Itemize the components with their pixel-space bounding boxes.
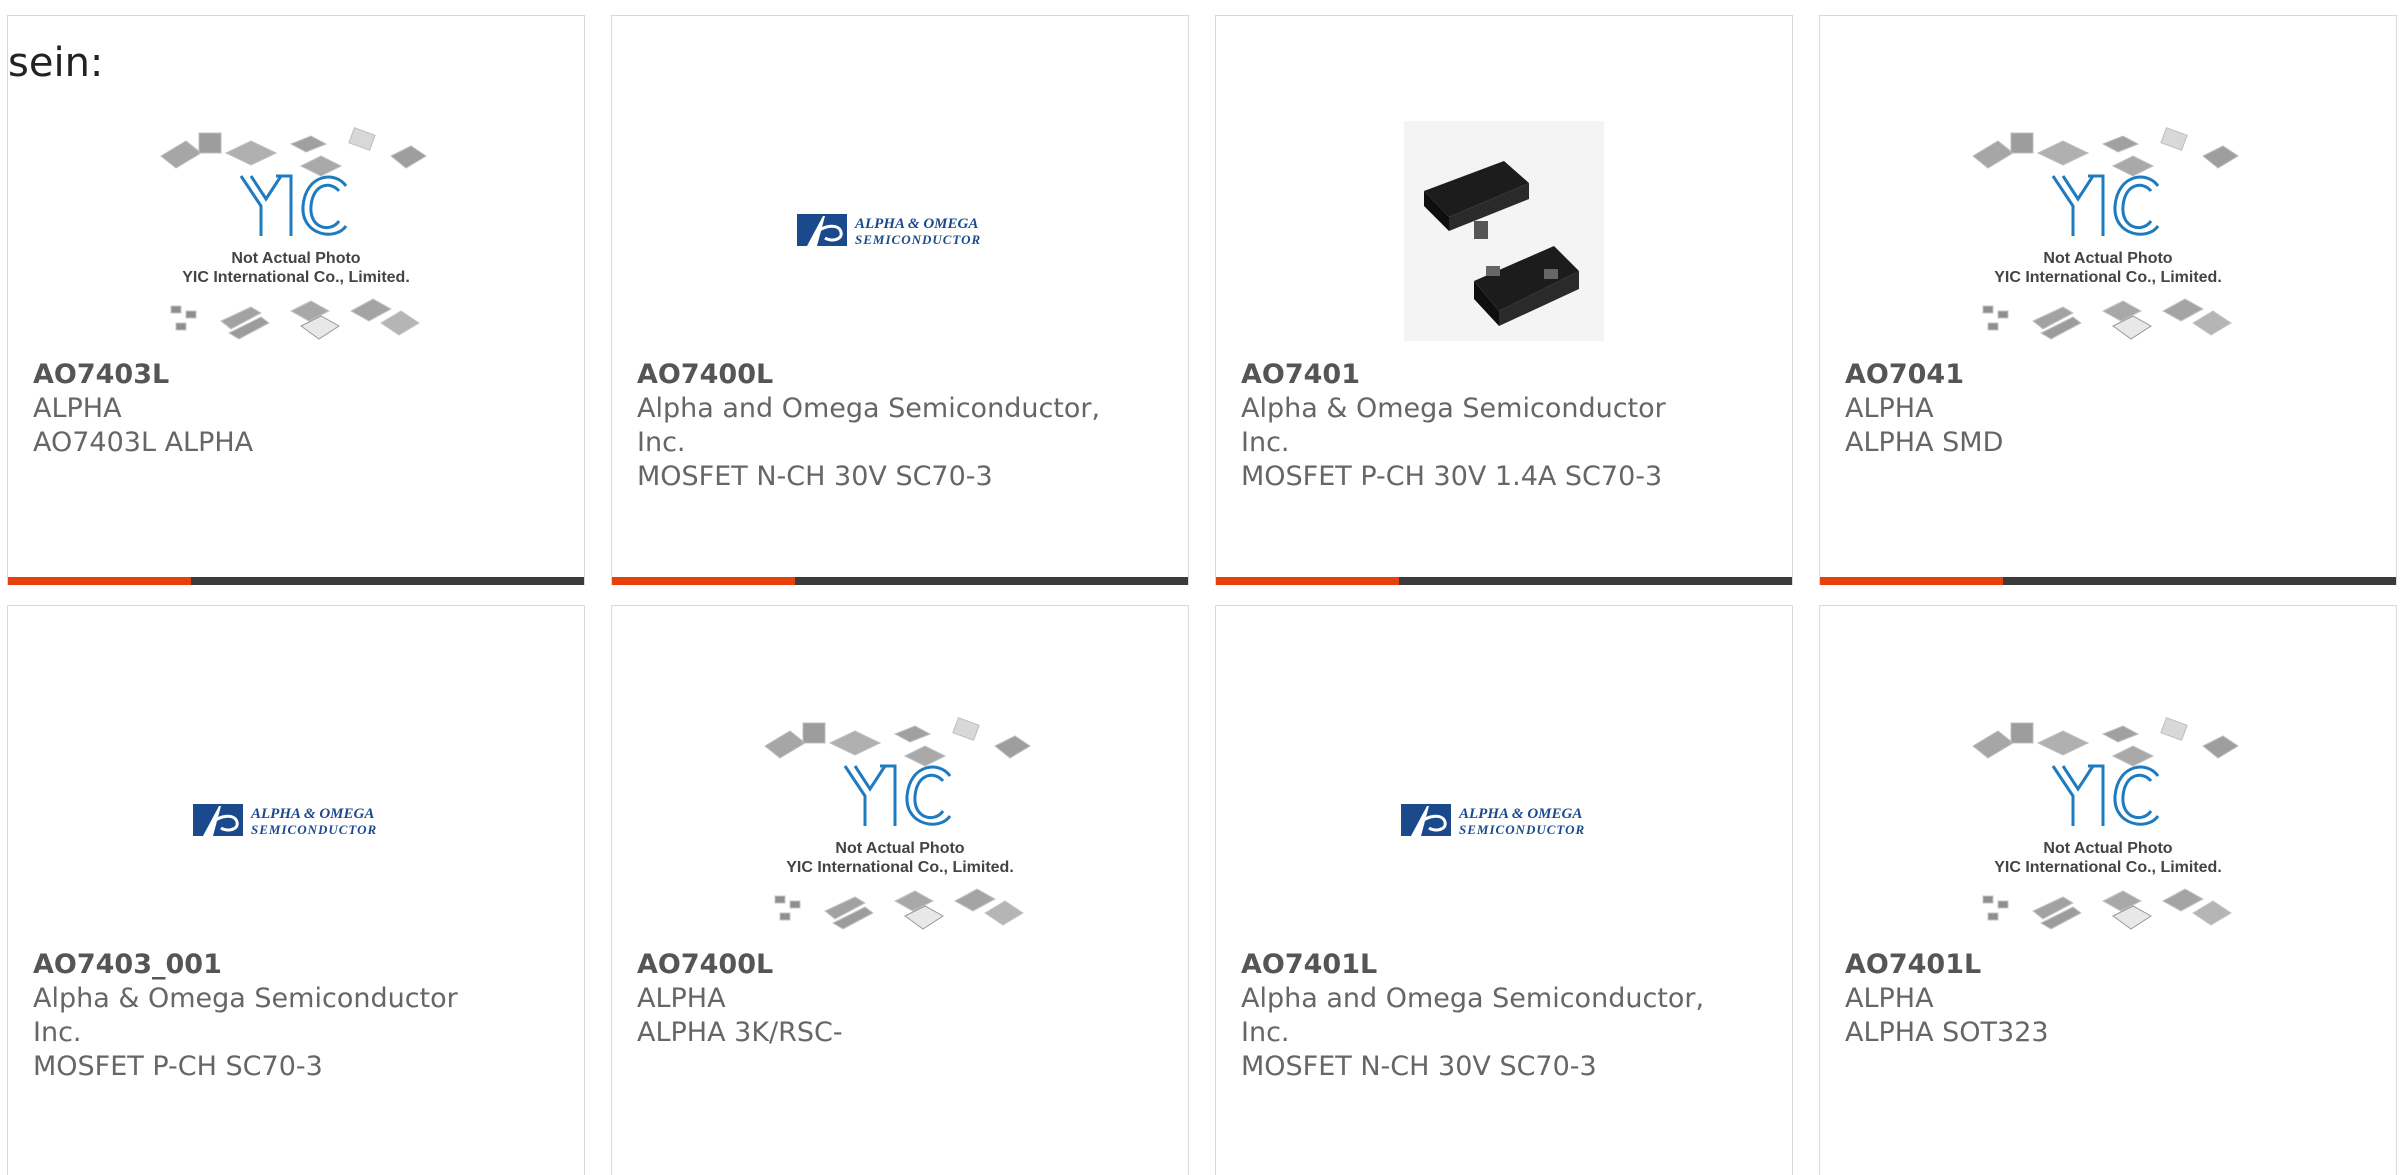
- product-info: AO7041 ALPHA ALPHA SMD: [1845, 358, 2003, 460]
- alpha-omega-logo: ALPHA & OMEGA SEMICONDUCTOR: [193, 804, 377, 837]
- manufacturer: Alpha and Omega Semiconductor,: [637, 393, 1101, 424]
- product-image[interactable]: ALPHA & OMEGA SEMICONDUCTOR: [612, 96, 1188, 366]
- product-info: AO7403L ALPHA AO7403L ALPHA: [33, 358, 253, 460]
- part-number-link[interactable]: AO7403_001: [33, 948, 458, 982]
- product-info: AO7400L ALPHA ALPHA 3K/RSC-: [637, 948, 843, 1050]
- product-image[interactable]: Not Actual Photo YIC International Co., …: [8, 96, 584, 366]
- svg-text:YIC International Co., Limited: YIC International Co., Limited.: [786, 859, 1014, 876]
- card-footer-bar: [612, 577, 1188, 585]
- product-image[interactable]: Not Actual Photo YIC International Co., …: [1820, 686, 2396, 956]
- manufacturer: ALPHA: [637, 983, 726, 1014]
- svg-text:Not Actual Photo: Not Actual Photo: [231, 250, 360, 267]
- svg-text:YIC International Co., Limited: YIC International Co., Limited.: [1994, 859, 2222, 876]
- manufacturer: ALPHA: [1845, 983, 1934, 1014]
- product-card[interactable]: Not Actual Photo YIC International Co., …: [7, 15, 585, 585]
- product-info: AO7400L Alpha and Omega Semiconductor, Inc…: [637, 358, 1100, 494]
- part-number-link[interactable]: AO7400L: [637, 358, 1100, 392]
- svg-text:SEMICONDUCTOR: SEMICONDUCTOR: [855, 232, 981, 247]
- product-card[interactable]: Not Actual Photo YIC International Co., …: [611, 605, 1189, 1175]
- part-number-link[interactable]: AO7041: [1845, 358, 2003, 392]
- product-image[interactable]: ALPHA & OMEGA SEMICONDUCTOR: [1216, 686, 1792, 956]
- product-description: ALPHA SOT323: [1845, 1017, 2049, 1048]
- product-card[interactable]: ALPHA & OMEGA SEMICONDUCTOR AO7400L Alpha…: [611, 15, 1189, 585]
- not-actual-photo-icon: Not Actual Photo YIC International Co., …: [1972, 127, 2239, 340]
- card-footer-bar: [8, 577, 584, 585]
- product-description: MOSFET P-CH 30V 1.4A SC70-3: [1241, 461, 1663, 492]
- manufacturer: Alpha and Omega Semiconductor,: [1241, 983, 1705, 1014]
- svg-text:ALPHA & OMEGA: ALPHA & OMEGA: [1458, 806, 1582, 822]
- product-image[interactable]: [1216, 96, 1792, 366]
- manufacturer-continued: Inc.: [637, 427, 686, 458]
- manufacturer-continued: Inc.: [1241, 427, 1290, 458]
- manufacturer: Alpha & Omega Semiconductor: [1241, 393, 1666, 424]
- product-image[interactable]: Not Actual Photo YIC International Co., …: [612, 686, 1188, 956]
- card-accent-bar: [612, 577, 795, 585]
- part-number-link[interactable]: AO7401L: [1241, 948, 1704, 982]
- svg-text:YIC International Co., Limited: YIC International Co., Limited.: [1994, 269, 2222, 286]
- alpha-omega-logo: ALPHA & OMEGA SEMICONDUCTOR: [1401, 804, 1585, 837]
- product-image[interactable]: ALPHA & OMEGA SEMICONDUCTOR: [8, 686, 584, 956]
- manufacturer: Alpha & Omega Semiconductor: [33, 983, 458, 1014]
- product-card[interactable]: AO7401 Alpha & Omega Semiconductor Inc. MOS…: [1215, 15, 1793, 585]
- product-description: MOSFET N-CH 30V SC70-3: [637, 461, 993, 492]
- product-card[interactable]: ALPHA & OMEGA SEMICONDUCTOR AO7401L Alpha…: [1215, 605, 1793, 1175]
- card-accent-bar: [1820, 577, 2003, 585]
- not-actual-photo-icon: Not Actual Photo YIC International Co., …: [160, 127, 427, 340]
- svg-text:Not Actual Photo: Not Actual Photo: [835, 840, 964, 857]
- product-description: AO7403L ALPHA: [33, 427, 254, 458]
- manufacturer-continued: Inc.: [1241, 1017, 1290, 1048]
- part-number-link[interactable]: AO7401L: [1845, 948, 2049, 982]
- product-card[interactable]: ALPHA & OMEGA SEMICONDUCTOR AO7403_001 Al…: [7, 605, 585, 1175]
- intro-text: sein:: [8, 40, 104, 86]
- svg-text:SEMICONDUCTOR: SEMICONDUCTOR: [1459, 822, 1585, 837]
- svg-text:Not Actual Photo: Not Actual Photo: [2043, 250, 2172, 267]
- svg-text:ALPHA & OMEGA: ALPHA & OMEGA: [854, 216, 978, 232]
- manufacturer: ALPHA: [1845, 393, 1934, 424]
- part-number-link[interactable]: AO7403L: [33, 358, 253, 392]
- alpha-omega-logo: ALPHA & OMEGA SEMICONDUCTOR: [797, 214, 981, 247]
- product-info: AO7401L Alpha and Omega Semiconductor, Inc…: [1241, 948, 1704, 1084]
- not-actual-photo-icon: Not Actual Photo YIC International Co., …: [764, 717, 1031, 930]
- product-info: AO7403_001 Alpha & Omega Semiconductor Inc…: [33, 948, 458, 1084]
- product-description: ALPHA 3K/RSC-: [637, 1017, 843, 1048]
- not-actual-photo-icon: Not Actual Photo YIC International Co., …: [1972, 717, 2239, 930]
- product-description: MOSFET N-CH 30V SC70-3: [1241, 1051, 1597, 1082]
- part-number-link[interactable]: AO7400L: [637, 948, 843, 982]
- svg-text:Not Actual Photo: Not Actual Photo: [2043, 840, 2172, 857]
- manufacturer-continued: Inc.: [33, 1017, 82, 1048]
- svg-text:YIC International Co., Limited: YIC International Co., Limited.: [182, 269, 410, 286]
- card-footer-bar: [1820, 577, 2396, 585]
- svg-text:SEMICONDUCTOR: SEMICONDUCTOR: [251, 822, 377, 837]
- card-accent-bar: [1216, 577, 1399, 585]
- product-card[interactable]: Not Actual Photo YIC International Co., …: [1819, 15, 2397, 585]
- manufacturer: ALPHA: [33, 393, 122, 424]
- product-description: MOSFET P-CH SC70-3: [33, 1051, 323, 1082]
- product-card[interactable]: Not Actual Photo YIC International Co., …: [1819, 605, 2397, 1175]
- card-footer-bar: [1216, 577, 1792, 585]
- part-number-link[interactable]: AO7401: [1241, 358, 1666, 392]
- card-accent-bar: [8, 577, 191, 585]
- chip-photo: [1404, 121, 1604, 341]
- product-description: ALPHA SMD: [1845, 427, 2004, 458]
- product-info: AO7401 Alpha & Omega Semiconductor Inc. MOS…: [1241, 358, 1666, 494]
- product-image[interactable]: Not Actual Photo YIC International Co., …: [1820, 96, 2396, 366]
- product-info: AO7401L ALPHA ALPHA SOT323: [1845, 948, 2049, 1050]
- svg-text:ALPHA & OMEGA: ALPHA & OMEGA: [250, 806, 374, 822]
